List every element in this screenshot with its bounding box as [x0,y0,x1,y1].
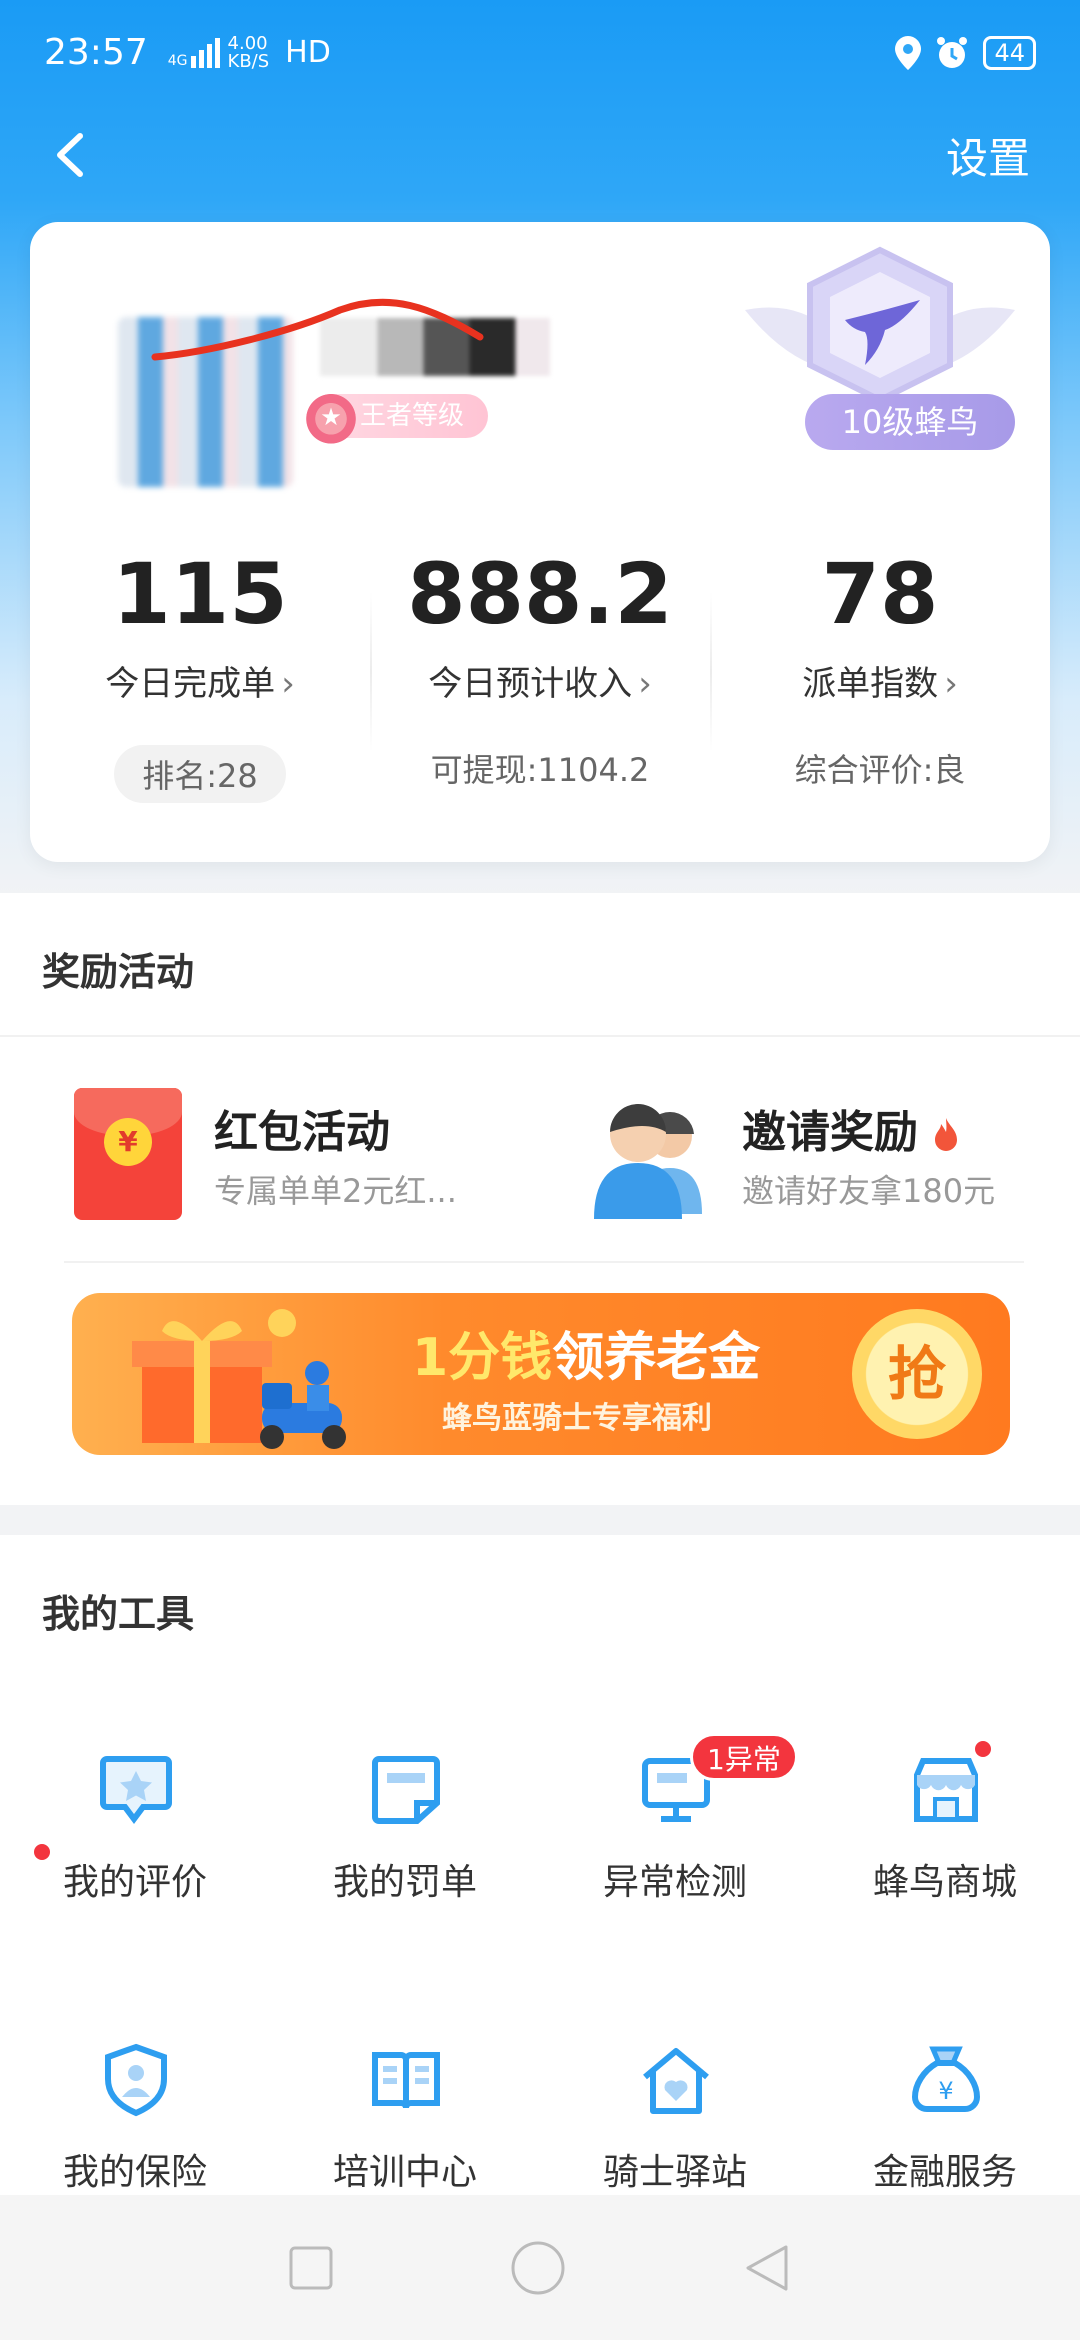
store-icon [914,1758,978,1822]
alarm-icon [937,36,968,68]
tool-label: 蜂鸟商城 [872,1862,1017,1903]
notification-dot [975,1741,991,1757]
ticket-icon [372,1756,440,1824]
grab-button[interactable]: 抢 [852,1309,982,1439]
recent-apps-button[interactable] [288,2245,334,2291]
network-speed: 4.00 KB/S [227,32,270,72]
stat-label-text: 派单指数 [802,664,939,704]
level-badge[interactable]: ★ 王者等级 [304,388,489,444]
tool-label: 我的保险 [62,2152,207,2193]
profile-card: ★ 王者等级 10级蜂鸟 115 今日完成单 › 排名:28 888.2 今日预计… [30,222,1050,862]
stat-completed-orders[interactable]: 115 今日完成单 › 排名:28 [30,522,370,822]
divider [0,1035,1080,1037]
stat-value: 115 [112,545,288,643]
stat-label: 今日预计收入 › [370,656,710,705]
status-time: 23:57 [44,32,148,73]
level-badge-label: 王者等级 [360,401,465,431]
red-envelope-icon: ¥ [74,1088,182,1220]
pension-promo-banner[interactable]: 1分钱领养老金 蜂鸟蓝骑士专享福利 抢 [72,1293,1010,1455]
section-title: 奖励活动 [42,950,195,994]
stat-estimated-income[interactable]: 888.2 今日预计收入 › 可提现:1104.2 [370,522,710,822]
network-speed-unit: KB/S [227,50,270,72]
users-icon [594,1104,702,1219]
yuan-coin-icon: ¥ [104,1118,152,1166]
medal-icon: ★ [304,388,358,444]
red-envelope-activity[interactable]: ¥ 红包活动 专属单单2元红... [74,1079,457,1229]
svg-text:¥: ¥ [938,2077,953,2105]
book-icon [372,2052,440,2109]
redaction-scribble [151,298,484,361]
reward-title: 红包活动 [214,1107,390,1158]
network-speed-value: 4.00 [227,32,268,54]
tool-label: 金融服务 [872,2152,1017,2193]
stat-dispatch-index[interactable]: 78 派单指数 › 综合评价:良 [710,522,1050,822]
signal-icon: 4G [167,37,220,69]
reward-desc: 邀请好友拿180元 [742,1172,996,1210]
back-nav-button[interactable] [742,2243,792,2293]
overall-rating: 综合评价:良 [794,751,966,789]
gift-scooter-illustration [132,1309,346,1449]
status-bar: 23:57 4G 4.00 KB/S HD 44 [0,0,1080,105]
home-heart-icon [643,2048,709,2114]
withdrawable-amount: 可提现:1104.2 [430,751,650,789]
stat-label: 今日完成单 › [30,656,370,705]
battery-indicator: 44 [983,35,1036,70]
notification-dot [34,1844,50,1860]
stat-label-text: 今日预计收入 [428,664,633,704]
reward-title: 邀请奖励 [742,1096,995,1160]
banner-headline: 1分钱领养老金 [412,1315,760,1390]
reward-desc: 专属单单2元红... [214,1172,457,1210]
section-title: 我的工具 [42,1592,195,1636]
tool-anomaly-detection[interactable]: 1异常 异常检测 [540,1733,810,1953]
rewards-section: 奖励活动 ¥ 红包活动 专属单单2元红... 邀请奖励 邀请好友拿180元 1分… [0,893,1080,1505]
banner-headline-highlight: 1分钱 [412,1328,553,1388]
shield-user-icon [105,2043,167,2117]
chevron-right-icon: › [944,664,958,704]
rank-pill: 排名:28 [114,745,286,803]
tool-my-penalties[interactable]: 我的罚单 [270,1753,540,1953]
banner-headline-rest: 领养老金 [552,1328,761,1388]
tools-section: 我的工具 我的评价 我的罚单 1异常 异常检测 蜂鸟商城 我的保险 培训中心 骑… [0,1535,1080,2195]
stats-row: 115 今日完成单 › 排名:28 888.2 今日预计收入 › 可提现:1104.… [30,522,1050,822]
reward-title-text: 邀请奖励 [742,1107,918,1158]
tool-label: 骑士驿站 [602,2152,747,2193]
stat-label: 派单指数 › [710,656,1050,705]
tool-label: 我的罚单 [332,1862,477,1903]
network-type: 4G [167,52,188,69]
hd-indicator: HD [285,35,331,70]
nav-bar: 设置 [0,100,1080,210]
tool-label: 培训中心 [332,2152,477,2193]
tool-label: 我的评价 [62,1862,207,1903]
tool-label: 异常检测 [602,1862,747,1903]
home-button[interactable] [510,2240,566,2296]
fire-icon [935,1118,958,1151]
anomaly-badge: 1异常 [690,1733,798,1781]
stat-value: 78 [821,545,939,643]
stat-label-text: 今日完成单 [105,664,276,704]
rank-label: 10级蜂鸟 [805,394,1015,450]
money-bag-icon: ¥ [911,2046,981,2112]
settings-button[interactable]: 设置 [946,125,1030,186]
chevron-right-icon: › [281,664,295,704]
stat-value: 888.2 [407,545,673,643]
back-button[interactable] [50,125,110,185]
invite-reward[interactable]: 邀请奖励 邀请好友拿180元 [590,1079,995,1229]
location-icon [895,35,922,70]
comment-star-icon [100,1756,172,1824]
chevron-left-icon [57,133,83,177]
divider [64,1261,1024,1263]
chevron-right-icon: › [638,664,652,704]
tool-fengniao-store[interactable]: 蜂鸟商城 [810,1753,1080,1953]
banner-subline: 蜂鸟蓝骑士专享福利 [442,1401,712,1436]
system-navigation-bar [0,2195,1080,2340]
